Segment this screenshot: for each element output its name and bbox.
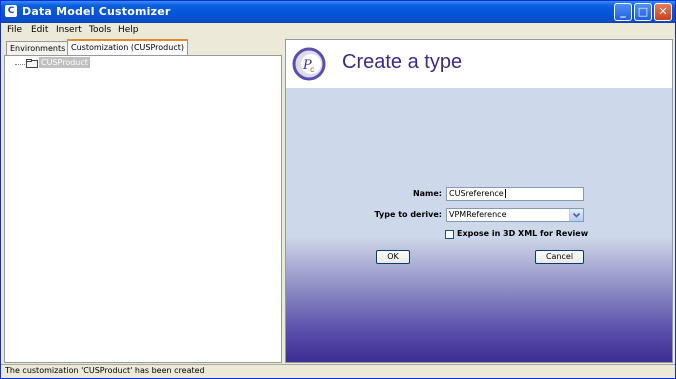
expose-3dxml-checkbox[interactable] (445, 230, 454, 239)
type-select-value: VPMReference (449, 210, 507, 219)
menu-tools[interactable]: Tools (89, 25, 111, 35)
svg-text:c: c (310, 65, 314, 74)
form-area: Name: CUSreference Type to derive: VPMRe… (286, 88, 672, 362)
right-panel: P c Create a type Name: CUSreference Typ… (285, 39, 673, 363)
menu-edit[interactable]: Edit (31, 25, 48, 35)
name-label: Name: (412, 189, 442, 198)
app-window: C Data Model Customizer _ □ ✕ File Edit … (0, 0, 676, 379)
status-bar: The customization 'CUSProduct' has been … (1, 364, 675, 378)
window-title: Data Model Customizer (22, 5, 171, 18)
app-icon: C (5, 5, 17, 17)
tab-environments[interactable]: Environments (6, 41, 70, 55)
customizer-logo-icon: P c (292, 47, 326, 81)
ok-button[interactable]: OK (376, 250, 410, 264)
text-caret (504, 189, 506, 198)
menu-help[interactable]: Help (118, 25, 139, 35)
page-title: Create a type (342, 51, 463, 73)
menu-insert[interactable]: Insert (56, 25, 82, 35)
status-message: The customization 'CUSProduct' has been … (5, 366, 205, 375)
type-select[interactable]: VPMReference (446, 208, 584, 222)
menu-file[interactable]: File (7, 25, 22, 35)
name-input-value: CUSreference (449, 189, 504, 198)
dropdown-button[interactable] (569, 209, 583, 221)
type-label: Type to derive: (374, 210, 442, 219)
chevron-down-icon (572, 212, 581, 218)
form-header: P c Create a type (286, 40, 672, 88)
name-input[interactable]: CUSreference (446, 187, 584, 201)
expose-3dxml-label: Expose in 3D XML for Review (457, 229, 589, 238)
tree-panel: CUSProduct (4, 55, 282, 363)
cancel-button[interactable]: Cancel (535, 250, 584, 264)
left-panel: Environments Customization (CUSProduct) … (4, 39, 282, 363)
tree-node-cusproduct[interactable]: CUSProduct (39, 57, 90, 68)
maximize-button[interactable]: □ (634, 3, 652, 21)
minimize-button[interactable]: _ (614, 3, 632, 21)
tab-customization[interactable]: Customization (CUSProduct) (67, 39, 188, 56)
menu-bar: File Edit Insert Tools Help (1, 23, 675, 38)
title-bar[interactable]: C Data Model Customizer _ □ ✕ (1, 1, 675, 23)
close-button[interactable]: ✕ (654, 3, 672, 21)
folder-icon (26, 59, 38, 68)
